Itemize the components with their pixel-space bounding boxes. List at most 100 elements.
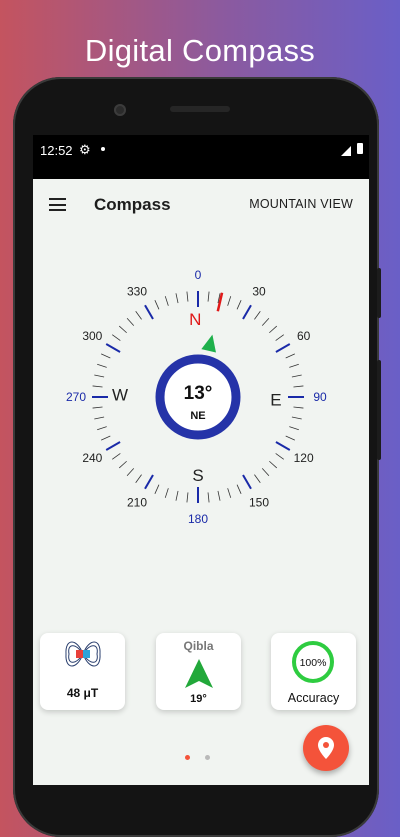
major-tick xyxy=(105,343,121,353)
hamburger-menu-icon[interactable] xyxy=(49,198,66,211)
cardinal-e: E xyxy=(270,391,281,410)
minor-tick xyxy=(92,406,103,409)
degree-label-210: 210 xyxy=(127,496,147,510)
accuracy-percent: 100% xyxy=(300,657,327,669)
status-time: 12:52 xyxy=(40,143,73,158)
minor-tick xyxy=(275,334,284,341)
major-tick xyxy=(105,441,121,451)
minor-tick xyxy=(285,353,295,359)
minor-tick xyxy=(94,374,105,378)
minor-tick xyxy=(236,484,242,494)
promo-title: Digital Compass xyxy=(84,33,316,68)
minor-tick xyxy=(254,474,261,483)
heading-value: 13° xyxy=(184,383,213,404)
qibla-arrow-icon xyxy=(185,659,213,688)
minor-tick xyxy=(275,453,284,460)
qibla-value: 19° xyxy=(190,693,207,705)
degree-label-330: 330 xyxy=(127,284,147,298)
minor-tick xyxy=(101,435,111,441)
degree-label-60: 60 xyxy=(297,329,311,343)
minor-tick xyxy=(269,325,278,334)
major-tick xyxy=(144,474,154,490)
status-bar: 12:52 ⚙ xyxy=(33,135,369,179)
minor-tick xyxy=(94,416,105,420)
minor-tick xyxy=(293,385,304,388)
minor-tick xyxy=(164,488,169,498)
degree-label-120: 120 xyxy=(294,451,314,465)
app-screen: 12:52 ⚙ Compass MOUNTAIN VIEW 0 30 60 90 120… xyxy=(33,135,369,785)
minor-tick xyxy=(207,291,210,302)
cardinal-n: N xyxy=(189,310,201,329)
major-tick xyxy=(275,441,291,451)
minor-tick xyxy=(291,416,302,420)
front-camera xyxy=(114,104,126,116)
accuracy-label: Accuracy xyxy=(287,691,340,705)
heading-pointer-icon xyxy=(201,334,216,353)
app-bar: Compass MOUNTAIN VIEW xyxy=(33,179,369,229)
minor-tick xyxy=(112,453,121,460)
minor-tick xyxy=(207,492,210,503)
minor-tick xyxy=(135,474,142,483)
minor-tick xyxy=(154,484,160,494)
minor-tick xyxy=(293,406,304,409)
minor-tick xyxy=(186,291,189,302)
heading-direction: NE xyxy=(190,410,205,422)
minor-tick xyxy=(261,468,270,477)
accuracy-ring: 100% xyxy=(292,641,334,683)
location-pin-icon xyxy=(318,737,334,759)
magnetic-field-icon xyxy=(65,641,101,667)
degree-label-0: 0 xyxy=(195,268,202,282)
notification-dot-icon xyxy=(101,147,105,151)
minor-tick xyxy=(236,300,242,310)
app-title: Compass xyxy=(94,195,171,214)
cell-signal-icon xyxy=(341,144,351,159)
accuracy-card[interactable]: 100% Accuracy xyxy=(271,633,356,710)
minor-tick xyxy=(175,490,179,501)
location-label[interactable]: MOUNTAIN VIEW xyxy=(249,197,353,211)
minor-tick xyxy=(118,460,127,469)
minor-tick xyxy=(97,363,107,368)
minor-tick xyxy=(289,426,299,431)
degree-label-180: 180 xyxy=(188,512,208,526)
minor-tick xyxy=(97,426,107,431)
minor-tick xyxy=(92,385,103,388)
minor-tick xyxy=(227,488,232,498)
qibla-card[interactable]: Qibla 19° xyxy=(156,633,241,710)
cardinal-w: W xyxy=(112,385,128,404)
minor-tick xyxy=(118,325,127,334)
minor-tick xyxy=(126,468,135,477)
minor-tick xyxy=(291,374,302,378)
earpiece-speaker xyxy=(170,106,230,112)
minor-tick xyxy=(135,311,142,320)
volume-button xyxy=(377,360,381,460)
degree-label-30: 30 xyxy=(252,284,266,298)
degree-label-270: 270 xyxy=(66,390,86,404)
minor-tick xyxy=(112,334,121,341)
cardinal-s: S xyxy=(192,466,203,485)
minor-tick xyxy=(186,492,189,503)
minor-tick xyxy=(285,435,295,441)
pager-dot[interactable] xyxy=(205,755,210,760)
major-tick xyxy=(275,343,291,353)
degree-label-90: 90 xyxy=(313,390,327,404)
minor-tick xyxy=(175,293,179,304)
power-button xyxy=(377,268,381,318)
battery-icon xyxy=(357,143,363,154)
minor-tick xyxy=(126,317,135,326)
major-tick xyxy=(242,474,252,490)
pager-dot-active[interactable] xyxy=(185,755,190,760)
settings-gear-icon: ⚙ xyxy=(79,142,91,157)
magnetic-field-card[interactable]: 48 μT xyxy=(40,633,125,710)
degree-label-150: 150 xyxy=(249,496,269,510)
degree-label-240: 240 xyxy=(82,451,102,465)
minor-tick xyxy=(289,363,299,368)
minor-tick xyxy=(101,353,111,359)
magnetic-value: 48 μT xyxy=(66,686,99,700)
minor-tick xyxy=(217,490,221,501)
qibla-title: Qibla xyxy=(183,639,214,653)
location-fab-button[interactable] xyxy=(303,725,349,771)
major-tick xyxy=(144,304,154,320)
minor-tick xyxy=(254,311,261,320)
degree-label-300: 300 xyxy=(82,329,102,343)
major-tick xyxy=(242,304,252,320)
